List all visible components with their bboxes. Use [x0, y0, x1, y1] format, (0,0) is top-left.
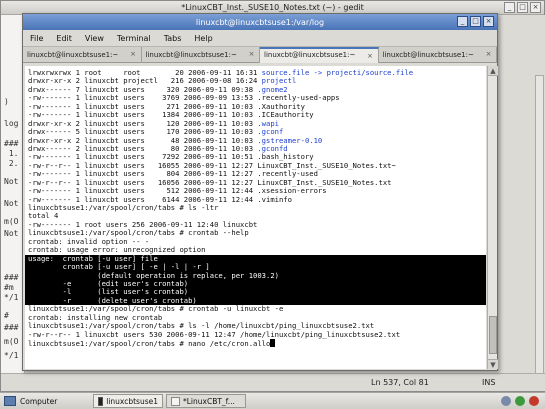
menu-tabs[interactable]: Tabs: [164, 34, 182, 43]
close-tab-icon[interactable]: ×: [484, 50, 493, 59]
terminal-menubar: File Edit View Terminal Tabs Help: [23, 30, 497, 47]
scroll-up-icon[interactable]: ▲: [488, 66, 498, 76]
insert-mode: INS: [482, 378, 496, 387]
computer-label: Computer: [20, 396, 58, 406]
gedit-text-fragment: 1.: [4, 149, 19, 158]
computer-menu-button[interactable]: Computer: [0, 396, 80, 406]
cursor-position: Ln 537, Col 81: [371, 378, 429, 387]
tab-label: linuxcbt@linuxcbtsuse1:~: [27, 51, 119, 59]
maximize-icon[interactable]: □: [470, 16, 481, 27]
terminal-window: linuxcbt@linuxcbtsuse1:/var/log _ □ × Fi…: [22, 13, 498, 371]
menu-terminal[interactable]: Terminal: [117, 34, 151, 43]
close-tab-icon[interactable]: ×: [366, 52, 375, 61]
close-tab-icon[interactable]: ×: [129, 50, 138, 59]
task-label: linuxcbtsuse1: [106, 396, 158, 406]
text-cursor: [270, 339, 276, 347]
gedit-text-fragment: m(O: [4, 217, 19, 226]
gedit-text-fragment: ###: [4, 323, 19, 332]
network-icon[interactable]: [501, 396, 511, 406]
gedit-text-fragment: m(O: [4, 337, 19, 346]
task-label: *LinuxCBT_f...: [183, 396, 235, 406]
terminal-scrollbar[interactable]: ▲ ▼: [487, 66, 498, 369]
gedit-text-fragment: ): [4, 97, 9, 106]
terminal-line: linuxcbtsuse1:/var/spool/cron/tabs # nan…: [28, 339, 486, 348]
gedit-text-fragment: Not: [4, 177, 19, 186]
terminal-line: -rw-r--r-- 1 linuxcbt users 530 2006-09-…: [28, 329, 486, 339]
terminal-line: linuxcbtsuse1:/var/spool/cron/tabs # ls …: [28, 203, 486, 212]
minimize-icon[interactable]: _: [457, 16, 468, 27]
updater-icon[interactable]: [515, 396, 525, 406]
text-editor-icon: [171, 396, 180, 406]
terminal-output[interactable]: lrwxrwxrwx 1 root root 20 2006-09-11 16:…: [25, 66, 486, 369]
close-tab-icon[interactable]: ×: [247, 50, 256, 59]
gedit-text-fragment: #m: [4, 283, 14, 292]
gedit-title-text: *LinuxCBT_Inst._SUSE10_Notes.txt (~) - g…: [181, 3, 364, 12]
gedit-text-fragment: #: [4, 311, 9, 320]
gedit-text-fragment: 2.: [4, 159, 19, 168]
terminal-tab[interactable]: linuxcbt@linuxcbtsuse1:~ ×: [379, 47, 497, 63]
terminal-tab[interactable]: linuxcbt@linuxcbtsuse1:~ ×: [142, 47, 260, 63]
gedit-text-fragment: Not: [4, 229, 19, 238]
close-icon[interactable]: ×: [530, 2, 541, 13]
scroll-down-icon[interactable]: ▼: [488, 359, 498, 369]
terminal-tab[interactable]: linuxcbt@linuxcbtsuse1:~ ×: [260, 47, 379, 63]
gedit-text-fragment: ###: [4, 139, 19, 148]
menu-edit[interactable]: Edit: [56, 34, 72, 43]
gedit-text-fragment: Not: [4, 199, 19, 208]
close-icon[interactable]: ×: [483, 16, 494, 27]
menu-file[interactable]: File: [30, 34, 43, 43]
gedit-scrollbar[interactable]: [535, 75, 544, 375]
line-text: -rw-r--r-- 1 linuxcbt users 530 2006-09-…: [28, 329, 401, 339]
taskbar-task-gedit[interactable]: *LinuxCBT_f...: [166, 394, 246, 408]
gedit-right-edge: [498, 15, 545, 375]
terminal-title-text: linuxcbt@linuxcbtsuse1:/var/log: [195, 17, 325, 27]
gedit-statusbar: Ln 537, Col 81 INS: [1, 373, 545, 391]
computer-icon: [4, 396, 16, 406]
terminal-titlebar[interactable]: linuxcbt@linuxcbtsuse1:/var/log _ □ ×: [23, 14, 497, 30]
system-tray: [501, 396, 545, 406]
tab-label: linuxcbt@linuxcbtsuse1:~: [264, 51, 356, 59]
maximize-icon[interactable]: □: [517, 2, 528, 13]
alert-icon[interactable]: [529, 396, 539, 406]
gedit-text-fragment: log: [4, 119, 19, 128]
menu-view[interactable]: View: [85, 34, 104, 43]
terminal-icon: [98, 396, 104, 406]
menu-help[interactable]: Help: [194, 34, 212, 43]
gedit-text-fragment: */1: [4, 293, 19, 302]
gedit-text-fragment: ###: [4, 273, 19, 282]
taskbar: Computer linuxcbtsuse1 *LinuxCBT_f...: [0, 392, 545, 409]
taskbar-task-terminal[interactable]: linuxcbtsuse1: [93, 394, 163, 408]
scroll-thumb[interactable]: [489, 316, 497, 354]
tab-label: linuxcbt@linuxcbtsuse1:~: [382, 51, 474, 59]
minimize-icon[interactable]: _: [504, 2, 515, 13]
line-text: linuxcbtsuse1:/var/spool/cron/tabs # nan…: [28, 339, 271, 348]
terminal-tabbar: linuxcbt@linuxcbtsuse1:~ × linuxcbt@linuxc…: [23, 47, 497, 63]
tab-label: linuxcbt@linuxcbtsuse1:~: [145, 51, 237, 59]
gedit-text-fragment: */1: [4, 351, 19, 360]
terminal-tab[interactable]: linuxcbt@linuxcbtsuse1:~ ×: [23, 47, 142, 63]
